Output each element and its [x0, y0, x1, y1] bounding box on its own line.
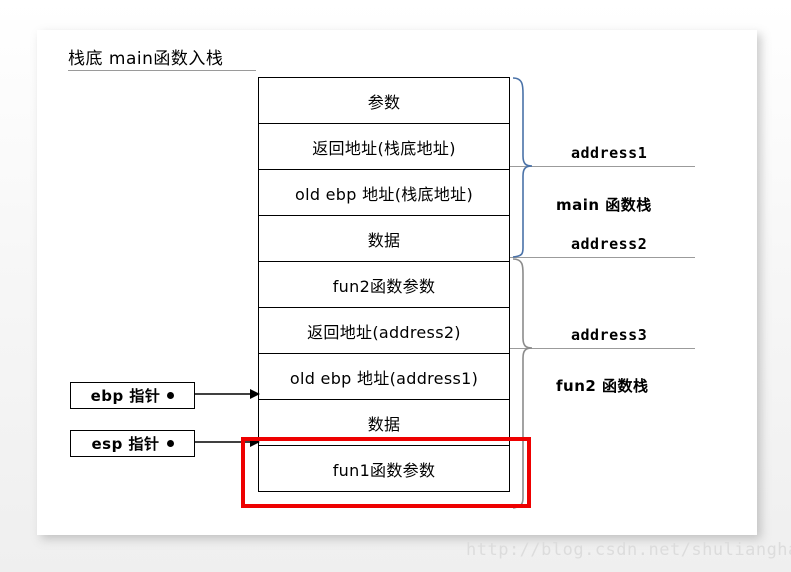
- label-address3: address3: [571, 326, 648, 344]
- ebp-pointer-dot-icon: [167, 392, 175, 399]
- table-row: old ebp 地址(栈底地址): [258, 169, 510, 216]
- page-title: 栈底 main函数入栈: [68, 49, 224, 69]
- highlight-rectangle: [241, 437, 531, 508]
- stack-cell-old-ebp-address1: old ebp 地址(address1): [258, 353, 510, 400]
- stack-cell-return-address-base: 返回地址(栈底地址): [258, 123, 510, 170]
- stack-cell-old-ebp-base: old ebp 地址(栈底地址): [258, 169, 510, 216]
- stack-cell-data-main: 数据: [258, 215, 510, 262]
- title-underline: [68, 70, 256, 71]
- label-main-stack: main 函数栈: [556, 196, 652, 214]
- label-address1: address1: [571, 144, 648, 162]
- table-row: 参数: [258, 77, 510, 124]
- stack-cell-fun2-parameters: fun2函数参数: [258, 261, 510, 308]
- stack-cell-parameters: 参数: [258, 77, 510, 124]
- ebp-pointer-label: ebp 指针: [90, 387, 161, 405]
- table-row: 数据: [258, 215, 510, 262]
- stack-frame-table: 参数 返回地址(栈底地址) old ebp 地址(栈底地址) 数据 fun2函数…: [258, 77, 510, 492]
- guide-line-address3: [510, 348, 695, 349]
- ebp-pointer-box: ebp 指针: [70, 382, 195, 409]
- table-row: 返回地址(address2): [258, 307, 510, 354]
- stack-cell-return-address2: 返回地址(address2): [258, 307, 510, 354]
- guide-line-address1: [510, 166, 695, 167]
- table-row: old ebp 地址(address1): [258, 353, 510, 400]
- esp-pointer-dot-icon: [166, 440, 174, 447]
- table-row: fun2函数参数: [258, 261, 510, 308]
- watermark: http://blog.csdn.net/shulianghan: [466, 540, 791, 560]
- guide-line-address2: [510, 257, 695, 258]
- esp-pointer-label: esp 指针: [91, 435, 160, 453]
- label-address2: address2: [571, 235, 648, 253]
- table-row: 返回地址(栈底地址): [258, 123, 510, 170]
- esp-pointer-box: esp 指针: [70, 430, 195, 457]
- label-fun2-stack: fun2 函数栈: [556, 377, 649, 395]
